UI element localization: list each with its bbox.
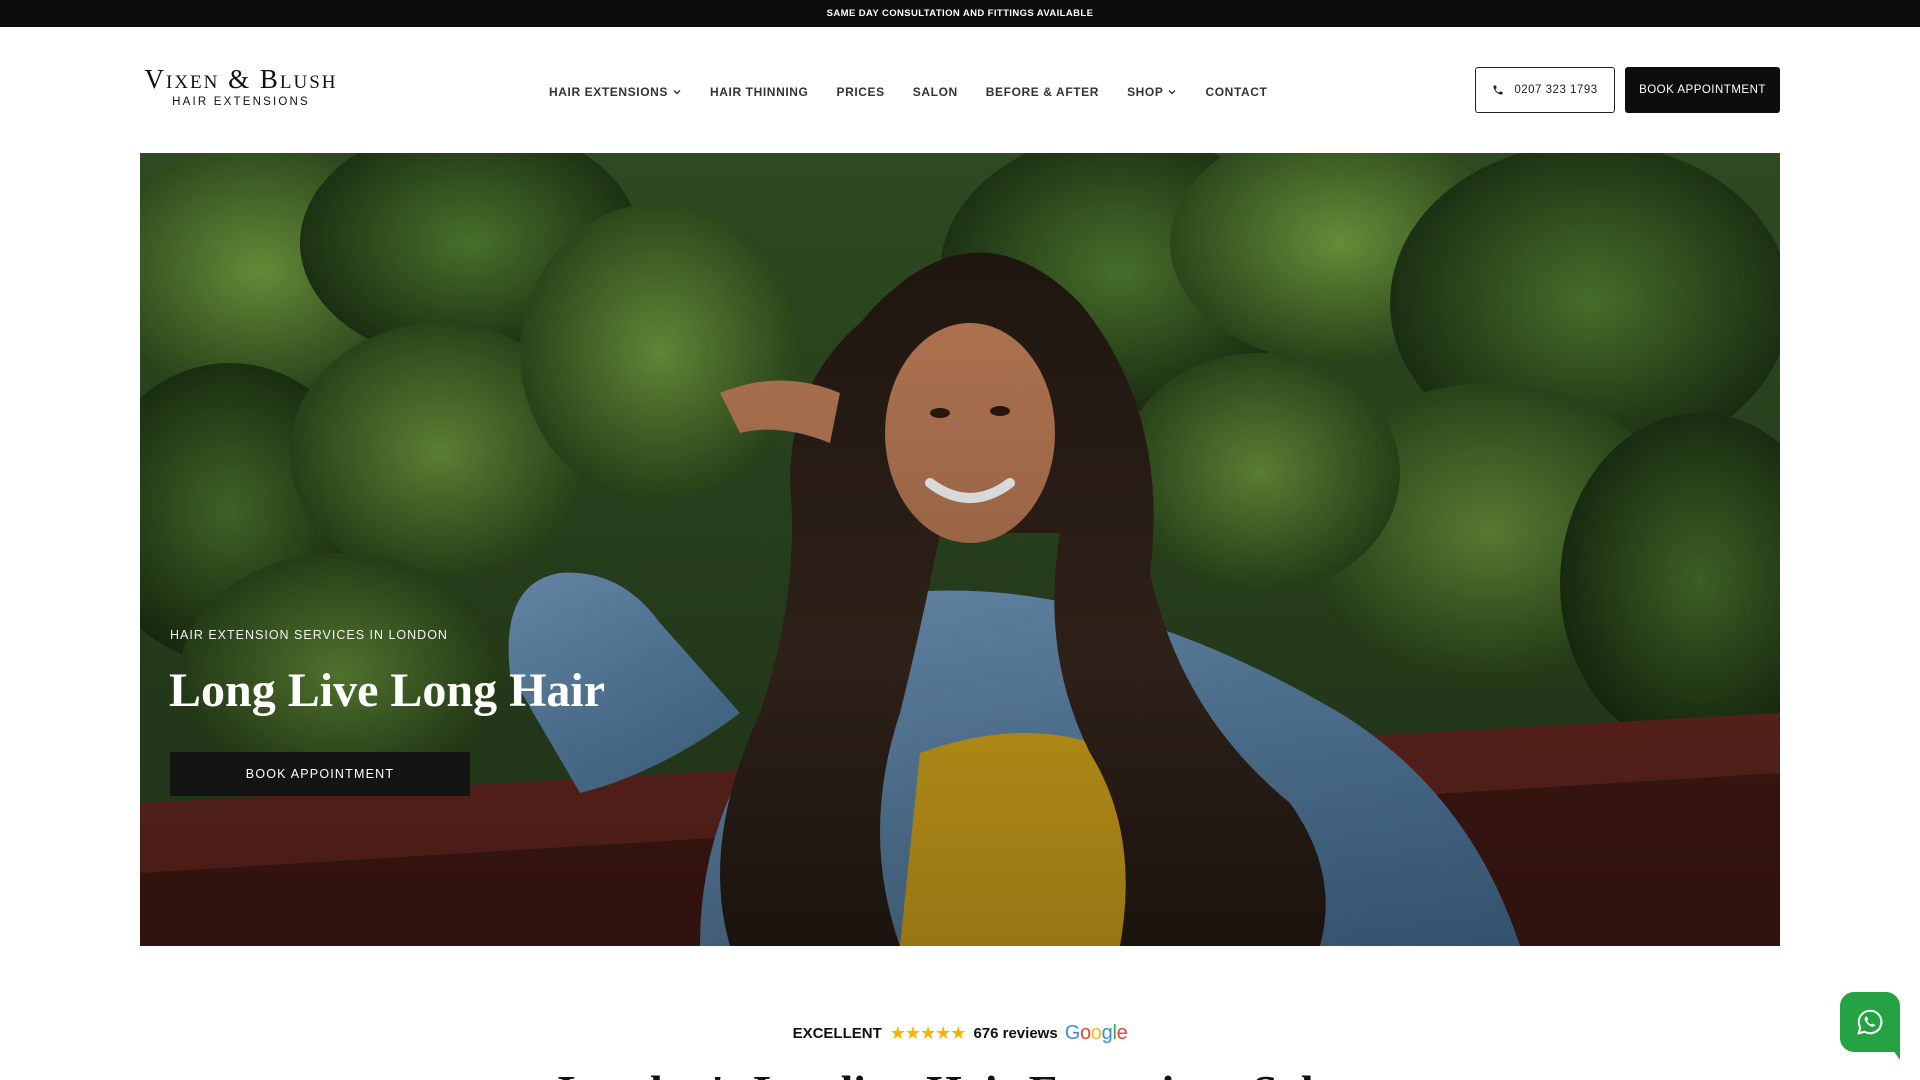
phone-number: 0207 323 1793 [1514, 84, 1598, 96]
logo-tagline: HAIR EXTENSIONS [172, 96, 310, 108]
google-logo: Google [1064, 1022, 1128, 1044]
section-heading-wrap: London's Leading Hair Extensions Salon [0, 1062, 1920, 1080]
site-header: Vixen & Blush HAIR EXTENSIONS HAIR EXTEN… [0, 27, 1920, 153]
nav-item-label: PRICES [836, 85, 885, 99]
rating-word: EXCELLENT [792, 1025, 882, 1042]
logo-wordmark: Vixen & Blush [144, 64, 338, 94]
review-count: 676 reviews [973, 1025, 1058, 1042]
phone-button[interactable]: 0207 323 1793 [1475, 67, 1615, 113]
hero-photo [140, 153, 1780, 946]
star-rating-icon: ★★★★★ [889, 1023, 967, 1043]
section-heading: London's Leading Hair Extensions Salon [0, 1062, 1920, 1080]
nav-item-contact[interactable]: CONTACT [1205, 85, 1267, 99]
phone-icon [1493, 85, 1503, 95]
announcement-text: SAME DAY CONSULTATION AND FITTINGS AVAIL… [826, 8, 1094, 19]
hero-kicker: HAIR EXTENSION SERVICES IN LONDON [170, 628, 448, 642]
chevron-down-icon [672, 87, 682, 97]
nav-item-before-after[interactable]: BEFORE & AFTER [986, 85, 1099, 99]
nav-item-hair-thinning[interactable]: HAIR THINNING [710, 85, 808, 99]
hero-book-appointment-button[interactable]: BOOK APPOINTMENT [170, 752, 470, 796]
nav-item-label: SALON [912, 85, 958, 99]
nav-item-label: BEFORE & AFTER [985, 85, 1100, 99]
nav-item-label: CONTACT [1205, 85, 1268, 99]
nav-item-label: SHOP [1127, 85, 1164, 99]
hero-banner: HAIR EXTENSION SERVICES IN LONDON Long L… [140, 153, 1780, 946]
nav-item-hair-extensions[interactable]: HAIR EXTENSIONS [549, 85, 682, 99]
whatsapp-icon [1857, 1009, 1883, 1035]
whatsapp-bubble-tail [1886, 1040, 1900, 1060]
nav-item-label: HAIR EXTENSIONS [549, 85, 669, 99]
chevron-down-icon [1167, 87, 1177, 97]
nav-item-shop[interactable]: SHOP [1127, 85, 1177, 99]
nav-item-label: HAIR THINNING [710, 85, 809, 99]
hero-title: Long Live Long Hair [169, 664, 606, 717]
nav-item-salon[interactable]: SALON [913, 85, 958, 99]
google-reviews-badge[interactable]: EXCELLENT ★★★★★ 676 reviews Google [0, 1022, 1920, 1045]
announcement-bar: SAME DAY CONSULTATION AND FITTINGS AVAIL… [0, 0, 1920, 27]
site-logo[interactable]: Vixen & Blush HAIR EXTENSIONS [140, 65, 342, 108]
nav-item-prices[interactable]: PRICES [836, 85, 884, 99]
main-nav: HAIR EXTENSIONS HAIR THINNING PRICES SAL… [549, 82, 1295, 102]
header-book-appointment-button[interactable]: BOOK APPOINTMENT [1625, 67, 1780, 113]
